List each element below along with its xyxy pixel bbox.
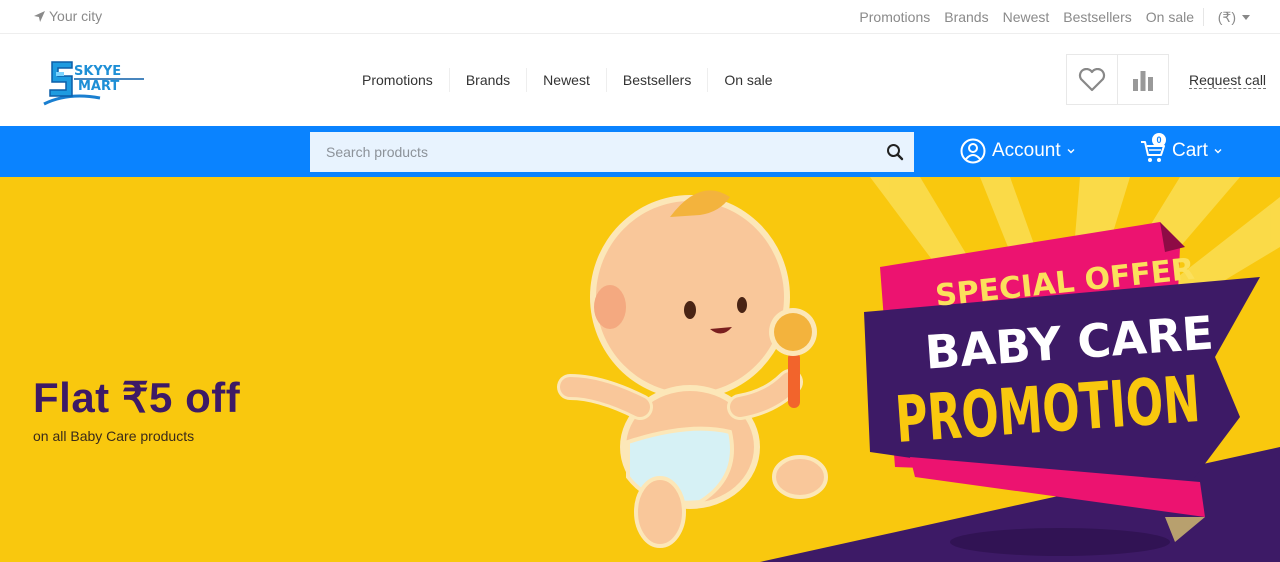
cart-count-badge: 0 xyxy=(1152,133,1166,147)
city-label: Your city xyxy=(49,8,103,24)
bar-chart-icon xyxy=(1133,70,1153,91)
main-nav: Promotions Brands Newest Bestsellers On … xyxy=(346,68,789,92)
chevron-down-icon xyxy=(1067,149,1075,154)
top-link-newest[interactable]: Newest xyxy=(1003,9,1050,25)
logo[interactable]: SKYYE MART xyxy=(38,54,150,108)
chevron-down-icon xyxy=(1242,14,1250,20)
location-arrow-icon xyxy=(34,10,45,22)
top-links: Promotions Brands Newest Bestsellers On … xyxy=(859,9,1194,25)
baby-illustration xyxy=(557,190,828,548)
wishlist-button[interactable] xyxy=(1066,54,1118,105)
banner-illustration: SPECIAL OFFER BABY CARE PROMOTION xyxy=(557,177,1280,562)
top-link-promotions[interactable]: Promotions xyxy=(859,9,930,25)
heart-icon xyxy=(1078,67,1106,91)
chevron-down-icon xyxy=(1214,149,1222,154)
search-bar-row: Account 0 Cart xyxy=(0,126,1280,177)
search-icon[interactable] xyxy=(886,143,904,161)
svg-text:SKYYE: SKYYE xyxy=(74,64,121,79)
account-label: Account xyxy=(992,140,1061,161)
currency-label: (₹) xyxy=(1217,8,1236,25)
svg-text:MART: MART xyxy=(78,79,119,94)
top-link-brands[interactable]: Brands xyxy=(944,9,988,25)
request-call-link[interactable]: Request call xyxy=(1189,72,1267,89)
nav-item-promotions[interactable]: Promotions xyxy=(346,68,449,92)
search-box xyxy=(310,132,914,172)
cart-icon-wrap: 0 xyxy=(1140,133,1166,164)
banner-subline: on all Baby Care products xyxy=(33,428,195,444)
top-link-bestsellers[interactable]: Bestsellers xyxy=(1063,9,1131,25)
currency-selector[interactable]: (₹) xyxy=(1202,8,1250,26)
account-menu[interactable]: Account xyxy=(960,138,1075,164)
search-input[interactable] xyxy=(310,132,914,172)
nav-item-newest[interactable]: Newest xyxy=(526,68,606,92)
nav-item-bestsellers[interactable]: Bestsellers xyxy=(605,68,707,92)
header: SKYYE MART Promotions Brands Newest Best… xyxy=(0,34,1280,126)
nav-item-brands[interactable]: Brands xyxy=(448,68,526,92)
city-selector[interactable]: Your city xyxy=(34,8,102,24)
cart-menu[interactable]: 0 Cart xyxy=(1140,133,1222,164)
top-bar: Your city Promotions Brands Newest Bests… xyxy=(0,0,1280,34)
top-link-on-sale[interactable]: On sale xyxy=(1146,9,1194,25)
cart-label: Cart xyxy=(1172,140,1208,161)
promo-banner[interactable]: SPECIAL OFFER BABY CARE PROMOTION Flat ₹… xyxy=(0,177,1280,562)
nav-item-on-sale[interactable]: On sale xyxy=(707,68,788,92)
compare-button[interactable] xyxy=(1117,54,1169,105)
banner-headline: Flat ₹5 off xyxy=(33,374,241,421)
user-icon xyxy=(960,138,986,164)
